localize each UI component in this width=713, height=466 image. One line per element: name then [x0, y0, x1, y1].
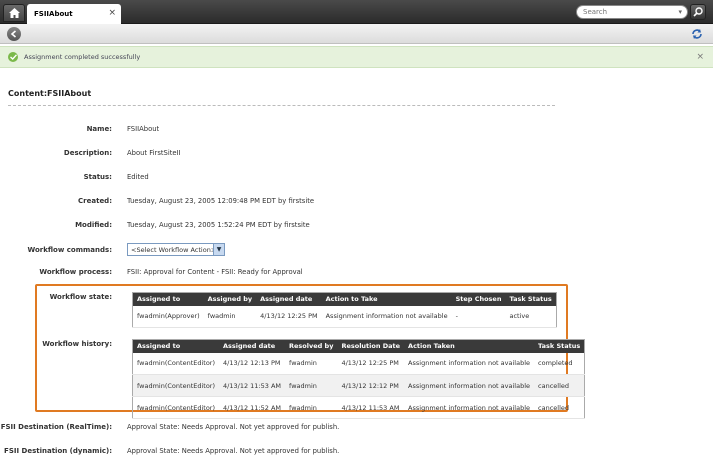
table-row: fwadmin(Approver) fwadmin 4/13/12 12:25 … — [132, 305, 557, 328]
table-header: Assigned date — [219, 339, 286, 353]
modified-label: Modified: — [75, 221, 112, 229]
table-row: fwadmin(ContentEditor) 4/13/12 11:53 AM … — [132, 374, 585, 397]
table-header: Assigned by — [203, 292, 257, 306]
workflow-history-label: Workflow history: — [42, 340, 112, 348]
description-label: Description: — [63, 149, 112, 157]
search-button[interactable] — [690, 4, 706, 20]
table-cell: fwadmin(ContentEditor) — [132, 374, 220, 397]
created-value: Tuesday, August 23, 2005 12:09:48 PM EDT… — [127, 197, 315, 205]
table-cell: - — [451, 305, 506, 328]
table-cell: 4/13/12 12:25 PM — [337, 352, 405, 375]
table-header: Resolved by — [285, 339, 338, 353]
workflow-process-value: FSII: Approval for Content - FSII: Ready… — [127, 268, 303, 276]
workflow-process-label: Workflow process: — [39, 268, 112, 276]
table-header: Action to Take — [321, 292, 452, 306]
table-header: Assigned date — [256, 292, 322, 306]
workflow-action-select[interactable]: <Select Workflow Action> ▼ — [127, 243, 225, 256]
destination-dynamic-label: FSII Destination (dynamic): — [4, 447, 112, 455]
created-label: Created: — [78, 197, 112, 205]
workflow-state-table: Assigned to Assigned by Assigned date Ac… — [132, 292, 557, 328]
table-cell: fwadmin(Approver) — [132, 305, 204, 328]
divider — [8, 105, 555, 106]
table-cell: Assignment information not available — [404, 352, 535, 375]
top-bar: FSIIAbout × ▾ — [0, 0, 713, 24]
table-cell: Assignment information not available — [404, 374, 535, 397]
home-button[interactable] — [3, 4, 25, 22]
table-cell: fwadmin — [203, 305, 257, 328]
table-cell: 4/13/12 12:12 PM — [337, 374, 405, 397]
search-box: ▾ — [576, 5, 688, 19]
table-header: Action Taken — [404, 339, 535, 353]
table-cell: completed — [534, 352, 585, 375]
workflow-history-table: Assigned to Assigned date Resolved by Re… — [132, 339, 586, 419]
close-icon[interactable]: × — [696, 52, 704, 62]
table-cell: cancelled — [534, 396, 585, 419]
search-icon — [693, 7, 703, 17]
table-cell: 4/13/12 12:13 PM — [219, 352, 286, 375]
name-label: Name: — [86, 125, 112, 133]
chevron-down-icon[interactable]: ▾ — [678, 8, 682, 16]
table-header: Task Status — [534, 339, 585, 353]
table-cell: 4/13/12 11:53 AM — [337, 396, 405, 419]
tab-label: FSIIAbout — [34, 10, 73, 18]
table-header: Resolution Date — [337, 339, 405, 353]
refresh-icon — [692, 29, 702, 39]
table-cell: Assignment information not available — [321, 305, 452, 328]
arrow-left-icon — [10, 30, 17, 38]
tab-fsiiabout[interactable]: FSIIAbout × — [27, 4, 121, 24]
modified-value: Tuesday, August 23, 2005 1:52:24 PM EDT … — [127, 221, 310, 229]
table-header: Task Status — [505, 292, 557, 306]
table-row: fwadmin(ContentEditor) 4/13/12 11:52 AM … — [132, 396, 585, 419]
table-cell: Assignment information not available — [404, 396, 535, 419]
close-icon[interactable]: × — [108, 8, 116, 18]
workflow-action-select-value: <Select Workflow Action> — [131, 245, 217, 254]
table-cell: 4/13/12 11:52 AM — [219, 396, 286, 419]
workflow-commands-label: Workflow commands: — [27, 246, 112, 254]
home-icon — [8, 8, 20, 18]
message-text: Assignment completed successfully — [24, 53, 141, 61]
table-cell: fwadmin(ContentEditor) — [132, 396, 220, 419]
table-cell: fwadmin — [285, 374, 338, 397]
success-message: Assignment completed successfully × — [0, 46, 713, 68]
page-title: Content:FSIIAbout — [8, 89, 92, 98]
table-cell: fwadmin — [285, 352, 338, 375]
destination-dynamic-value: Approval State: Needs Approval. Not yet … — [127, 447, 340, 455]
refresh-button[interactable] — [689, 27, 705, 41]
table-cell: 4/13/12 12:25 PM — [256, 305, 322, 328]
table-cell: cancelled — [534, 374, 585, 397]
table-cell: fwadmin(ContentEditor) — [132, 352, 220, 375]
status-value: Edited — [127, 173, 149, 181]
workflow-state-label: Workflow state: — [49, 293, 112, 301]
destination-realtime-label: FSII Destination (RealTime): — [0, 423, 112, 431]
table-cell: 4/13/12 11:53 AM — [219, 374, 286, 397]
checkmark-icon — [8, 52, 18, 62]
table-header: Step Chosen — [451, 292, 506, 306]
back-button[interactable] — [7, 27, 21, 41]
destination-realtime-value: Approval State: Needs Approval. Not yet … — [127, 423, 340, 431]
search-input[interactable] — [583, 8, 675, 16]
table-header: Assigned to — [132, 339, 220, 353]
toolbar — [0, 24, 713, 44]
description-value: About FirstSiteII — [127, 149, 181, 157]
table-row: fwadmin(ContentEditor) 4/13/12 12:13 PM … — [132, 352, 585, 375]
table-header: Assigned to — [132, 292, 204, 306]
table-cell: fwadmin — [285, 396, 338, 419]
table-cell: active — [505, 305, 557, 328]
status-label: Status: — [83, 173, 112, 181]
name-value: FSIIAbout — [127, 125, 160, 133]
chevron-down-icon[interactable]: ▼ — [213, 244, 224, 255]
